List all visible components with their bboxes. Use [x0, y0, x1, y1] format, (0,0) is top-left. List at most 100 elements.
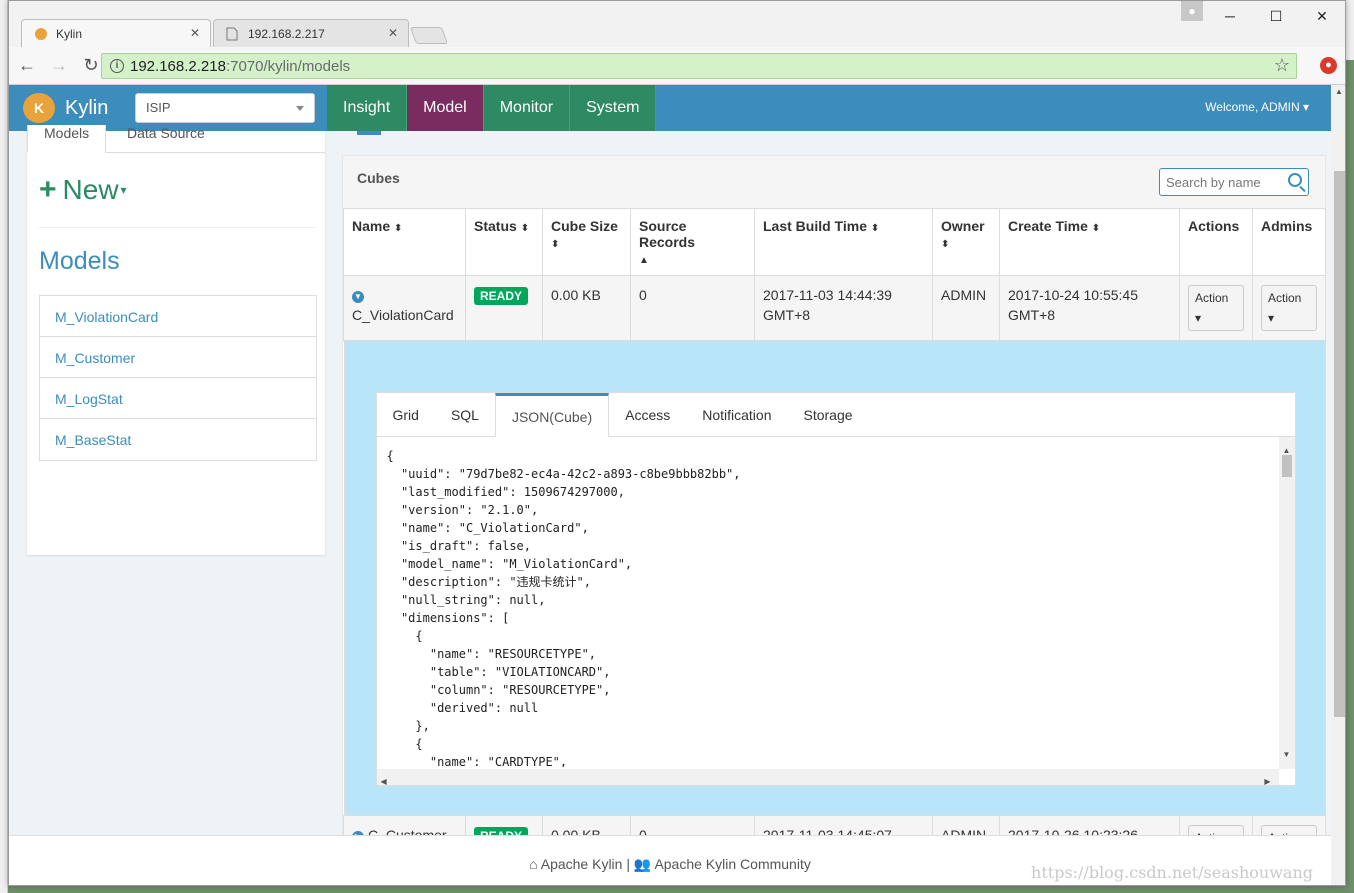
sort-icon: ⬍	[520, 223, 530, 234]
last-build-time: 2017-11-03 14:44:39 GMT+8	[754, 275, 933, 341]
cube-name-cell[interactable]: ▼C_ViolationCard	[343, 275, 466, 341]
table-row: ▼C_ViolationCard READY 0.00 KB 0 2017-11…	[343, 275, 1326, 341]
sort-up-icon: ▲	[639, 255, 649, 266]
tab-notification[interactable]: Notification	[686, 393, 787, 437]
tab-json-cube[interactable]: JSON(Cube)	[494, 393, 610, 437]
bookmark-star-icon[interactable]: ☆	[1274, 55, 1290, 76]
sort-icon: ⬍	[551, 239, 560, 250]
tab-title: 192.168.2.217	[248, 26, 325, 41]
close-tab-icon[interactable]: ✕	[190, 26, 200, 40]
column-header-last-build[interactable]: Last Build Time ⬍	[754, 208, 933, 276]
menu-model[interactable]: Model	[407, 85, 484, 131]
cubes-table: Name ⬍ Status ⬍ Cube Size ⬍ Source Record…	[343, 208, 1326, 881]
footer-separator: |	[622, 856, 634, 872]
tab-models[interactable]: Models	[27, 125, 107, 153]
search-placeholder: Search by name	[1166, 175, 1261, 190]
column-header-actions: Actions	[1179, 208, 1253, 276]
project-select[interactable]: ISIP	[135, 93, 315, 123]
community-icon: 👥	[633, 856, 652, 872]
tab-sql[interactable]: SQL	[435, 393, 495, 437]
close-window-icon[interactable]: ✕	[1299, 1, 1345, 31]
kylin-favicon-icon	[34, 27, 48, 41]
page-icon	[226, 27, 240, 41]
browser-toolbar: ← → ↻ i 192.168.2.218:7070/kylin/models …	[9, 47, 1345, 85]
kylin-page: K Kylin ISIP Insight Model Monitor Syste…	[9, 85, 1331, 885]
brand-name: Kylin	[65, 96, 109, 119]
scroll-down-icon: ▼	[1282, 750, 1291, 759]
scroll-left-icon: ◀	[380, 777, 387, 785]
column-header-admins: Admins	[1252, 208, 1326, 276]
minimize-icon[interactable]: ─	[1207, 1, 1253, 31]
models-heading: Models	[39, 247, 120, 275]
column-header-owner[interactable]: Owner ⬍	[932, 208, 1000, 276]
forward-arrow-icon[interactable]: →	[45, 55, 73, 76]
create-time: 2017-10-24 10:55:45 GMT+8	[999, 275, 1180, 341]
sort-icon: ⬍	[1091, 223, 1101, 234]
background-window-edge	[0, 0, 8, 893]
tab-title: Kylin	[56, 26, 83, 41]
footer-link-kylin[interactable]: Apache Kylin	[541, 856, 623, 872]
address-bar[interactable]: i 192.168.2.218:7070/kylin/models ☆	[101, 53, 1297, 79]
menu-insight[interactable]: Insight	[327, 85, 408, 131]
search-input[interactable]: Search by name	[1159, 168, 1309, 196]
search-icon[interactable]	[1288, 173, 1302, 187]
column-header-records[interactable]: Source Records ▲	[630, 208, 755, 276]
cubes-title: Cubes	[357, 170, 400, 186]
cubes-panel: Cubes Search by name Name ⬍ Status ⬍ Cub…	[342, 155, 1326, 885]
new-tab-button[interactable]	[409, 27, 449, 44]
divider	[39, 227, 315, 228]
owner: ADMIN	[932, 275, 1000, 341]
scroll-up-icon: ▲	[1335, 87, 1343, 96]
kylin-logo[interactable]: K Kylin	[23, 93, 108, 123]
sort-icon: ⬍	[870, 223, 880, 234]
expand-icon[interactable]: ▼	[352, 291, 364, 303]
model-item[interactable]: M_BaseStat	[40, 419, 316, 460]
scroll-right-icon: ▶	[1264, 777, 1271, 785]
vertical-scrollbar[interactable]: ▲ ▼	[1278, 437, 1295, 769]
admin-action-dropdown[interactable]: Action ▾	[1261, 285, 1317, 331]
page-scrollbar[interactable]: ▲	[1331, 85, 1345, 885]
maximize-icon[interactable]: ☐	[1253, 1, 1299, 31]
user-menu[interactable]: Welcome, ADMIN ▾	[1205, 100, 1309, 114]
close-tab-icon[interactable]: ✕	[388, 26, 398, 40]
user-profile-icon[interactable]: ●	[1181, 1, 1203, 21]
url-host: 192.168.2.218	[130, 57, 226, 75]
tab-data-source[interactable]: Data Source	[111, 125, 221, 141]
model-item[interactable]: M_Customer	[40, 337, 316, 378]
column-header-create-time[interactable]: Create Time ⬍	[999, 208, 1180, 276]
model-item[interactable]: M_LogStat	[40, 378, 316, 419]
action-dropdown[interactable]: Action ▾	[1188, 285, 1244, 331]
cube-size: 0.00 KB	[542, 275, 631, 341]
tab-grid[interactable]: Grid	[377, 393, 435, 437]
column-header-size[interactable]: Cube Size ⬍	[542, 208, 631, 276]
back-arrow-icon[interactable]: ←	[13, 55, 41, 76]
column-header-status[interactable]: Status ⬍	[465, 208, 543, 276]
source-records: 0	[630, 275, 755, 341]
tab-storage[interactable]: Storage	[788, 393, 869, 437]
main-menu: Insight Model Monitor System	[327, 85, 657, 131]
tab-access[interactable]: Access	[609, 393, 686, 437]
cubes-header: Cubes Search by name	[343, 156, 1325, 208]
browser-tab-kylin[interactable]: Kylin ✕	[21, 19, 211, 47]
new-button[interactable]: + New ▾	[39, 173, 127, 207]
model-item[interactable]: M_ViolationCard	[40, 296, 316, 337]
plus-icon: +	[39, 173, 57, 206]
background-window-edge-right	[1346, 0, 1354, 60]
menu-monitor[interactable]: Monitor	[483, 85, 571, 131]
sort-icon: ⬍	[394, 223, 403, 234]
scroll-thumb	[1281, 455, 1292, 477]
menu-system[interactable]: System	[570, 85, 657, 131]
models-sidebar: Models Data Source + New ▾ Models M_Viol…	[27, 125, 325, 555]
column-header-name[interactable]: Name ⬍	[343, 208, 466, 276]
cube-detail-area: Grid SQL JSON(Cube) Access Notification …	[343, 341, 1326, 815]
info-icon[interactable]: i	[110, 59, 124, 73]
url-path: :7070/kylin/models	[225, 57, 351, 75]
extension-icon[interactable]: ●	[1320, 57, 1337, 74]
browser-tab-217[interactable]: 192.168.2.217 ✕	[213, 19, 409, 47]
horizontal-scrollbar[interactable]: ◀ ▶	[376, 769, 1279, 785]
footer-link-community[interactable]: Apache Kylin Community	[654, 856, 810, 872]
json-viewer[interactable]: { "uuid": "79d7be82-ec4a-42c2-a893-c8be9…	[376, 437, 1295, 785]
scroll-thumb	[1334, 171, 1345, 717]
kylin-logo-icon: K	[23, 93, 55, 123]
detail-tabs: Grid SQL JSON(Cube) Access Notification …	[376, 393, 1295, 437]
